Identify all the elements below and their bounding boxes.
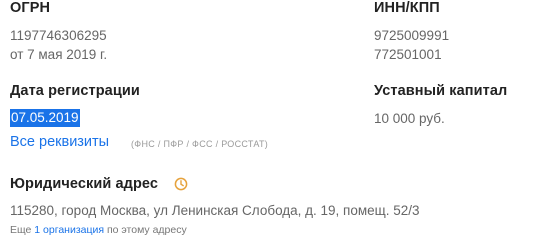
clock-icon-svg	[174, 177, 188, 191]
legal-address-title: Юридический адрес	[10, 176, 159, 192]
kpp-value: 772501001	[374, 47, 442, 62]
legal-address-value: 115280, город Москва, ул Ленинская Слобо…	[10, 203, 420, 218]
address-more-prefix: Еще	[10, 224, 35, 236]
ogrn-date: от 7 мая 2019 г.	[10, 47, 108, 62]
ogrn-value: 1197746306295	[10, 28, 107, 43]
registration-date-selected[interactable]: 07.05.2019	[10, 109, 80, 127]
inn-kpp-title: ИНН/КПП	[374, 0, 440, 16]
registration-title: Дата регистрации	[10, 83, 140, 99]
ogrn-title: ОГРН	[10, 0, 51, 16]
all-requisites-link[interactable]: Все реквизиты	[10, 134, 109, 150]
address-more-suffix: по этому адресу	[104, 224, 187, 236]
address-more-orgs: Еще 1 организация по этому адресу	[10, 224, 187, 236]
capital-title: Уставный капитал	[374, 83, 508, 99]
inn-value: 9725009991	[374, 28, 450, 43]
clock-icon[interactable]	[174, 177, 188, 191]
capital-value: 10 000 руб.	[374, 111, 445, 126]
requisites-note: (ФНС / ПФР / ФСС / РОССТАТ)	[131, 139, 269, 149]
address-more-orgs-link[interactable]: 1 организация	[34, 224, 104, 236]
